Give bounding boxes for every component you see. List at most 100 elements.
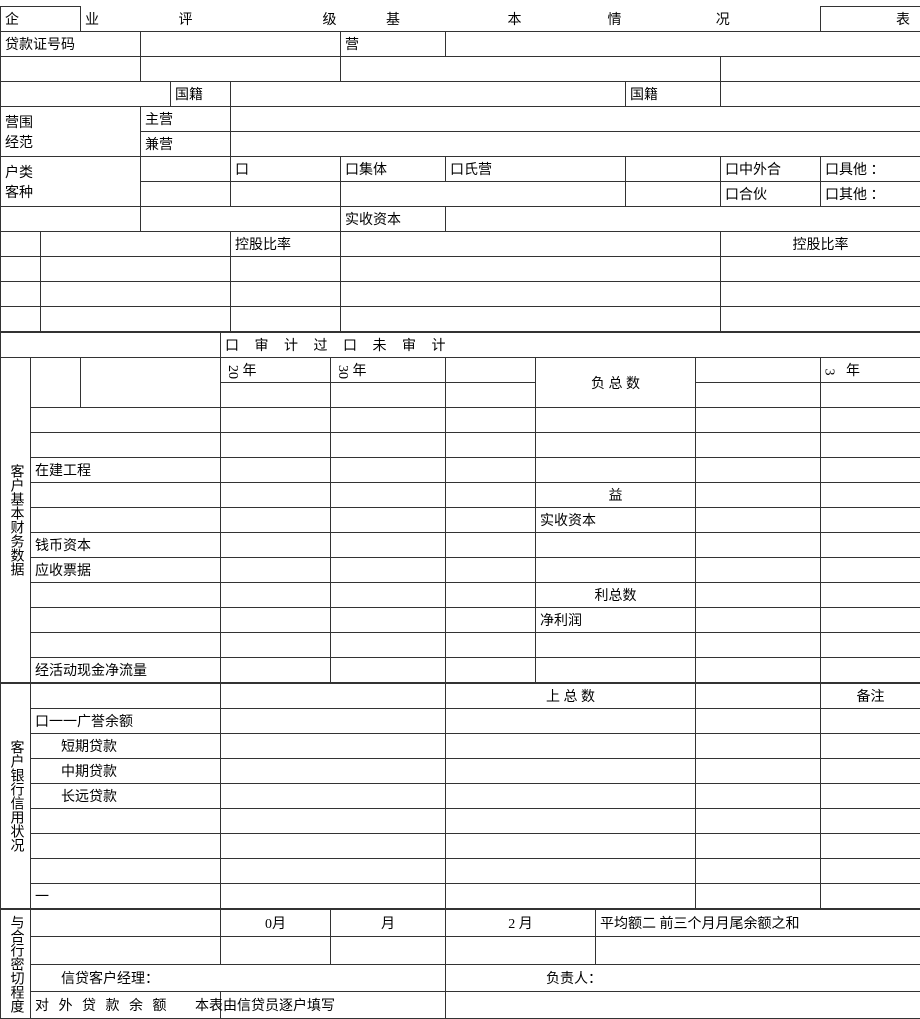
cell bbox=[696, 608, 821, 633]
cell bbox=[696, 809, 821, 834]
cell bbox=[821, 658, 920, 683]
table-bank-credit: 客户银行信用状况 上 总 数 备注 口一一广誉余额 短期贷款 中期贷款 长远贷款… bbox=[0, 683, 920, 909]
cell bbox=[31, 684, 221, 709]
zhuying-label: 主营 bbox=[141, 107, 231, 132]
shangzong-label: 上 总 数 bbox=[446, 684, 696, 709]
cell bbox=[331, 533, 446, 558]
cell bbox=[221, 684, 446, 709]
cell bbox=[331, 558, 446, 583]
cell bbox=[446, 884, 696, 909]
cell bbox=[536, 458, 696, 483]
cell bbox=[446, 558, 536, 583]
lizong-label: 利总数 bbox=[536, 583, 696, 608]
cell bbox=[141, 57, 341, 82]
cell bbox=[41, 307, 231, 332]
cell bbox=[231, 107, 920, 132]
note-label: 本表由信贷员逐户填写 bbox=[191, 991, 416, 1018]
cell bbox=[446, 508, 536, 533]
jinghuodong-label: 经活动现金净流量 bbox=[31, 658, 221, 683]
cell bbox=[821, 859, 920, 884]
cell bbox=[31, 583, 221, 608]
cell bbox=[31, 433, 221, 458]
cell bbox=[221, 759, 446, 784]
cell bbox=[1, 57, 141, 82]
cell bbox=[221, 784, 446, 809]
cell bbox=[536, 408, 696, 433]
cell bbox=[41, 257, 231, 282]
cell bbox=[536, 633, 696, 658]
zhongwaihe-label: 口中外合 bbox=[721, 157, 821, 182]
cell bbox=[721, 282, 920, 307]
cell bbox=[1, 232, 41, 257]
cell bbox=[341, 307, 721, 332]
cell bbox=[81, 358, 221, 408]
cell bbox=[341, 282, 721, 307]
yingshoupj-label: 应收票据 bbox=[31, 558, 221, 583]
cell bbox=[221, 558, 331, 583]
title-char: 本 bbox=[446, 7, 526, 32]
qianbi-label: 钱币资本 bbox=[31, 533, 221, 558]
cell bbox=[446, 583, 536, 608]
cell bbox=[446, 433, 536, 458]
cell bbox=[446, 358, 536, 383]
cell bbox=[31, 809, 221, 834]
cell bbox=[696, 508, 821, 533]
cell bbox=[331, 583, 446, 608]
table-financial: 口 审 计 过 口 未 审 计 客户基本财务数据 20 年 30 年 负 总 数… bbox=[0, 332, 920, 683]
cell bbox=[231, 257, 341, 282]
fuzong-label: 负 总 数 bbox=[536, 358, 696, 408]
table-closeness: 与合行密切程度 0月 月 2 月 平均额二 前三个月月尾余额之和 信贷客户经理：… bbox=[0, 909, 920, 1019]
cell bbox=[696, 408, 821, 433]
cell bbox=[331, 937, 446, 964]
cell bbox=[821, 458, 920, 483]
cell bbox=[331, 658, 446, 683]
cell bbox=[331, 508, 446, 533]
cell bbox=[341, 257, 721, 282]
cell bbox=[696, 483, 821, 508]
cell bbox=[446, 658, 536, 683]
cell bbox=[221, 834, 446, 859]
cell bbox=[31, 859, 221, 884]
cell bbox=[696, 458, 821, 483]
cell bbox=[231, 132, 920, 157]
cell bbox=[221, 658, 331, 683]
cell bbox=[31, 633, 221, 658]
cell bbox=[821, 508, 920, 533]
hehuo-label: 口合伙 bbox=[721, 182, 821, 207]
cell bbox=[446, 937, 596, 964]
cell bbox=[536, 433, 696, 458]
cell bbox=[221, 583, 331, 608]
cell bbox=[446, 784, 696, 809]
year-header: 20 年 bbox=[221, 358, 331, 383]
month2-label: 2 月 bbox=[446, 910, 596, 937]
cell bbox=[331, 608, 446, 633]
cell bbox=[446, 759, 696, 784]
cell bbox=[221, 533, 331, 558]
cell bbox=[31, 834, 221, 859]
cell bbox=[696, 684, 821, 709]
year-header: 30 年 bbox=[331, 358, 446, 383]
cell bbox=[821, 633, 920, 658]
cell bbox=[821, 734, 920, 759]
cell bbox=[446, 608, 536, 633]
year-header: 3 年 bbox=[821, 358, 920, 383]
title-char: 企 bbox=[1, 7, 81, 32]
title-char: 基 bbox=[341, 7, 446, 32]
jianying-label: 兼营 bbox=[141, 132, 231, 157]
cell bbox=[446, 709, 696, 734]
cell bbox=[31, 937, 221, 964]
cell bbox=[696, 633, 821, 658]
cell bbox=[331, 383, 446, 408]
ying-label: 营 bbox=[341, 32, 446, 57]
cell bbox=[696, 784, 821, 809]
cell bbox=[696, 558, 821, 583]
cell bbox=[331, 458, 446, 483]
cell bbox=[141, 207, 341, 232]
cell bbox=[221, 433, 331, 458]
cell bbox=[696, 433, 821, 458]
cell bbox=[221, 884, 446, 909]
checkbox: 口 bbox=[231, 157, 341, 182]
side-bank-label: 客户银行信用状况 bbox=[1, 684, 31, 909]
cell bbox=[821, 759, 920, 784]
cell bbox=[331, 408, 446, 433]
